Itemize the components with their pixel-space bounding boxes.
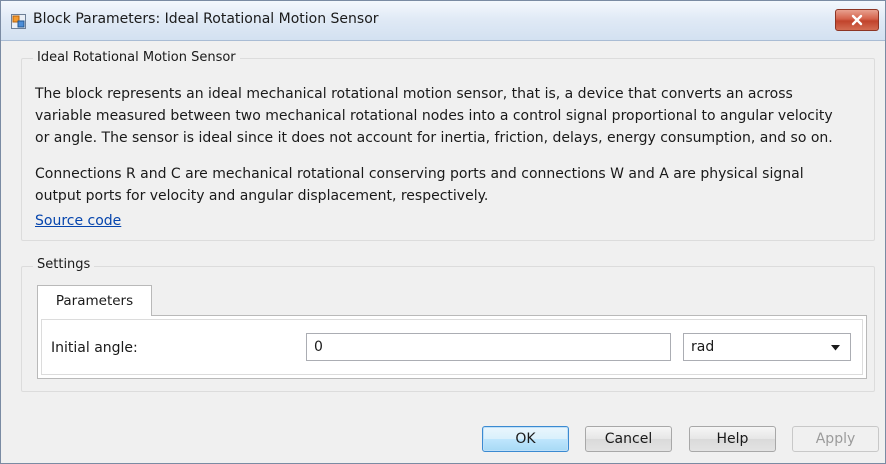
ok-button[interactable]: OK — [482, 426, 569, 452]
tab-parameters[interactable]: Parameters — [37, 285, 152, 316]
description-line: Connections R and C are mechanical rotat… — [35, 166, 804, 182]
description-legend: Ideal Rotational Motion Sensor — [33, 50, 240, 65]
selected-unit: rad — [691, 339, 715, 355]
description-paragraph-1: The block represents an ideal mechanical… — [35, 83, 875, 149]
description-line: output ports for velocity and angular di… — [35, 188, 489, 204]
description-line: variable measured between two mechanical… — [35, 108, 833, 124]
description-line: or angle. The sensor is ideal since it d… — [35, 130, 833, 146]
initial-angle-unit-select[interactable]: rad — [683, 333, 851, 361]
initial-angle-label: Initial angle: — [51, 340, 138, 356]
window-title: Block Parameters: Ideal Rotational Motio… — [33, 11, 379, 27]
initial-angle-input[interactable] — [306, 333, 671, 361]
close-icon — [851, 14, 863, 26]
help-button[interactable]: Help — [689, 426, 776, 452]
settings-legend: Settings — [33, 257, 95, 272]
tab-label: Parameters — [55, 293, 134, 309]
chevron-down-icon — [831, 345, 840, 351]
description-paragraph-2: Connections R and C are mechanical rotat… — [35, 163, 875, 207]
help-label: Help — [716, 431, 749, 447]
title-bar[interactable]: Block Parameters: Ideal Rotational Motio… — [1, 1, 885, 41]
cancel-button[interactable]: Cancel — [585, 426, 672, 452]
ok-label: OK — [515, 431, 536, 447]
simulink-block-icon — [11, 14, 26, 29]
source-code-link[interactable]: Source code — [35, 213, 121, 229]
description-line: The block represents an ideal mechanical… — [35, 86, 793, 102]
cancel-label: Cancel — [604, 431, 653, 447]
dialog-window: Block Parameters: Ideal Rotational Motio… — [0, 0, 886, 464]
close-button[interactable] — [835, 9, 879, 31]
apply-label: Apply — [815, 431, 856, 447]
apply-button[interactable]: Apply — [792, 426, 879, 452]
